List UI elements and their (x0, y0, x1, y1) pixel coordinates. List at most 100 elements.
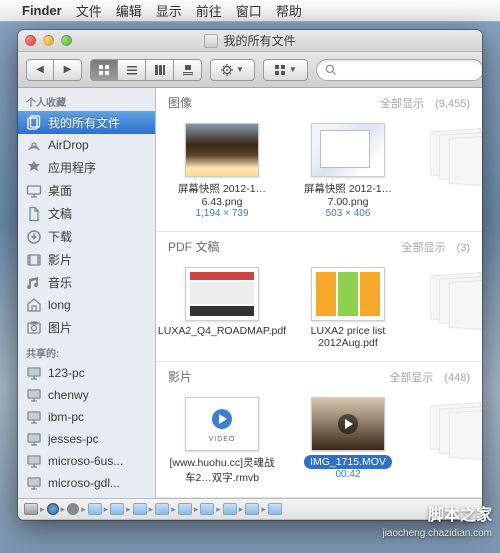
file-thumbnail (185, 267, 259, 321)
folder-icon (155, 503, 169, 515)
chevron-icon: ▸ (239, 504, 244, 515)
sidebar-item-pc[interactable]: jesses-pc (18, 428, 155, 450)
forward-button[interactable]: ▶ (54, 59, 82, 81)
menu-go[interactable]: 前往 (196, 1, 222, 20)
file-item[interactable]: LUXA2_Q4_ROADMAP.pdf (162, 263, 282, 353)
path-bar[interactable]: ▸▸▸▸▸▸▸▸▸▸▸ (18, 498, 482, 520)
chevron-icon: ▸ (261, 504, 266, 515)
menu-help[interactable]: 帮助 (276, 1, 302, 20)
sidebar-item-home[interactable]: long (18, 294, 155, 316)
sidebar-item-music[interactable]: 音乐 (18, 271, 155, 294)
file-dimensions: 1,194 × 739 (195, 208, 248, 219)
section-count[interactable]: 全部显示 (448) (389, 369, 470, 385)
arrange-button[interactable]: ▼ (263, 59, 308, 81)
icon-view-button[interactable] (90, 59, 118, 81)
column-view-button[interactable] (146, 59, 174, 81)
section-count[interactable]: 全部显示 (3) (402, 239, 470, 255)
path-segment[interactable] (268, 503, 282, 515)
path-segment[interactable] (200, 503, 214, 515)
file-name: [www.huohu.cc]灵魂战车2…双字.rmvb (166, 455, 278, 485)
chevron-icon: ▸ (216, 504, 221, 515)
sidebar-item-pc[interactable]: mnas4100 (18, 494, 155, 498)
file-thumbnail (311, 123, 385, 177)
documents-icon (26, 206, 42, 222)
sidebar-item-pictures[interactable]: 图片 (18, 316, 155, 339)
chevron-icon: ▸ (149, 504, 154, 515)
sidebar-item-label: 音乐 (48, 274, 72, 291)
zoom-button[interactable] (61, 35, 72, 46)
section-name: PDF 文稿 (168, 238, 219, 255)
sidebar-item-pc[interactable]: microso-gdl... (18, 472, 155, 494)
sidebar-item-label: microso-gdl... (48, 476, 120, 490)
path-segment[interactable] (178, 503, 192, 515)
chevron-icon: ▸ (40, 504, 45, 515)
folder-icon (268, 503, 282, 515)
sidebar-item-label: ibm-pc (48, 410, 84, 424)
sidebar-item-pc[interactable]: ibm-pc (18, 406, 155, 428)
chevron-icon: ▸ (104, 504, 109, 515)
overflow-stack[interactable] (430, 126, 482, 192)
sidebar-item-pc[interactable]: chenwy (18, 384, 155, 406)
sidebar-item-label: 123-pc (48, 366, 85, 380)
overflow-stack[interactable] (430, 270, 482, 336)
menu-file[interactable]: 文件 (76, 1, 102, 20)
menu-view[interactable]: 显示 (156, 1, 182, 20)
path-segment[interactable] (133, 503, 147, 515)
sidebar-item-pc[interactable]: 123-pc (18, 362, 155, 384)
path-segment[interactable] (24, 503, 38, 515)
file-item[interactable]: IMG_1715.MOV00:42 (288, 393, 408, 489)
path-segment[interactable] (47, 503, 59, 515)
action-button[interactable]: ▼ (210, 59, 255, 81)
nav-buttons: ◀ ▶ (26, 59, 82, 81)
window-title: 我的所有文件 (223, 32, 295, 49)
file-name: LUXA2 price list 2012Aug.pdf (292, 325, 404, 349)
app-menu[interactable]: Finder (22, 3, 62, 18)
sidebar-item-movies[interactable]: 影片 (18, 248, 155, 271)
list-view-button[interactable] (118, 59, 146, 81)
airdrop-icon (26, 137, 42, 153)
title-proxy-icon (204, 34, 218, 48)
file-item[interactable]: 屏幕快照 2012-1…6.43.png1,194 × 739 (162, 119, 282, 223)
close-button[interactable] (25, 35, 36, 46)
file-item[interactable]: LUXA2 price list 2012Aug.pdf (288, 263, 408, 353)
menu-edit[interactable]: 编辑 (116, 1, 142, 20)
file-item[interactable]: 屏幕快照 2012-1…7.00.png503 × 406 (288, 119, 408, 223)
file-item[interactable]: VIDEO[www.huohu.cc]灵魂战车2…双字.rmvb (162, 393, 282, 489)
menu-window[interactable]: 窗口 (236, 1, 262, 20)
sidebar-item-documents[interactable]: 文稿 (18, 202, 155, 225)
content-area: 图像全部显示 (9,455)屏幕快照 2012-1…6.43.png1,194 … (156, 88, 482, 498)
file-name: LUXA2_Q4_ROADMAP.pdf (158, 325, 286, 337)
sidebar-item-all-files[interactable]: 我的所有文件 (18, 111, 155, 134)
sidebar-item-label: 影片 (48, 251, 72, 268)
titlebar[interactable]: 我的所有文件 (18, 30, 482, 52)
folder-icon (110, 503, 124, 515)
file-grid: VIDEO[www.huohu.cc]灵魂战车2…双字.rmvbIMG_1715… (156, 389, 482, 498)
sidebar-item-airdrop[interactable]: AirDrop (18, 134, 155, 156)
coverflow-view-button[interactable] (174, 59, 202, 81)
path-segment[interactable] (223, 503, 237, 515)
search-input[interactable] (341, 63, 475, 77)
path-segment[interactable] (155, 503, 169, 515)
pc-icon (26, 365, 42, 381)
movies-icon (26, 252, 42, 268)
back-button[interactable]: ◀ (26, 59, 54, 81)
path-segment[interactable] (110, 503, 124, 515)
path-segment[interactable] (245, 503, 259, 515)
section-count[interactable]: 全部显示 (9,455) (380, 95, 470, 111)
path-segment[interactable] (67, 503, 79, 515)
search-field[interactable] (316, 59, 482, 81)
path-segment[interactable] (88, 503, 102, 515)
folder-icon (133, 503, 147, 515)
file-name: 屏幕快照 2012-1…7.00.png (292, 181, 404, 208)
minimize-button[interactable] (43, 35, 54, 46)
file-grid: LUXA2_Q4_ROADMAP.pdf LUXA2 price list 201… (156, 259, 482, 362)
sidebar-item-downloads[interactable]: 下载 (18, 225, 155, 248)
music-icon (26, 275, 42, 291)
sidebar-item-apps[interactable]: 应用程序 (18, 156, 155, 179)
folder-icon (178, 503, 192, 515)
pc-icon (26, 409, 42, 425)
sidebar-item-pc[interactable]: microso-6us... (18, 450, 155, 472)
overflow-stack[interactable] (430, 400, 482, 466)
sidebar-item-desktop[interactable]: 桌面 (18, 179, 155, 202)
file-dimensions: 00:42 (335, 469, 360, 480)
